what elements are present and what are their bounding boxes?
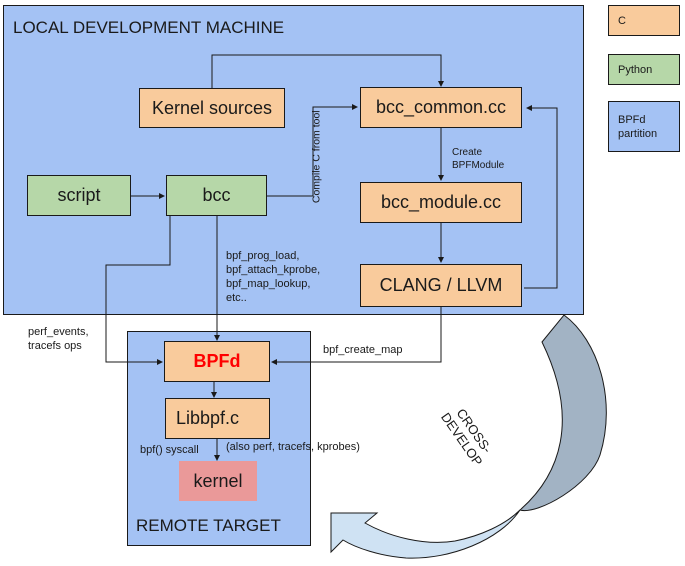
node-kernel-label: kernel	[193, 470, 243, 491]
edge-bcc-perf-to-bpfd	[105, 216, 171, 365]
edge-label-bpf-calls-2: bpf_attach_kprobe,	[226, 264, 321, 276]
node-script-label: script	[57, 185, 101, 205]
edge-label-perf-1: perf_events,	[28, 326, 89, 338]
edge-label-bpf-calls-1: bpf_prog_load,	[226, 250, 300, 262]
connectors	[105, 54, 607, 559]
edge-label-syscall: bpf() syscall	[140, 444, 199, 456]
edge-clang-to-bcc-common	[524, 105, 558, 289]
legend-bpfd-line2: partition	[618, 127, 658, 140]
node-bcc-common[interactable]: bcc_common.cc	[360, 87, 522, 128]
edge-label-also: (also perf, tracefs, kprobes)	[226, 441, 360, 453]
node-kernel[interactable]: kernel	[179, 461, 257, 501]
legend-python: Python	[608, 54, 680, 85]
cross-develop-arrow-top	[518, 314, 607, 512]
node-script[interactable]: script	[27, 175, 131, 216]
node-libbpf[interactable]: Libbpf.c	[165, 398, 270, 439]
node-bcc-common-label: bcc_common.cc	[375, 97, 507, 117]
legend-c-label: C	[618, 14, 626, 27]
node-bcc-label: bcc	[202, 185, 231, 205]
legend-c: C	[608, 5, 680, 36]
node-bcc[interactable]: bcc	[166, 175, 267, 216]
legend-bpfd-line1: BPFd	[618, 113, 646, 126]
node-clang-llvm-label: CLANG / LLVM	[379, 275, 503, 295]
node-kernel-sources[interactable]: Kernel sources	[139, 88, 285, 128]
node-bpfd[interactable]: BPFd	[164, 341, 270, 382]
edge-label-bpf-calls-3: bpf_map_lookup,	[226, 278, 311, 290]
edge-label-bpf-calls-4: etc..	[226, 292, 247, 304]
node-clang-llvm[interactable]: CLANG / LLVM	[360, 264, 522, 307]
legend-python-label: Python	[618, 63, 653, 76]
node-kernel-sources-label: Kernel sources	[151, 97, 273, 118]
cross-develop-arrow-bottom	[330, 509, 521, 559]
edge-label-create-module-1: Create	[452, 147, 483, 158]
edge-label-perf-2: tracefs ops	[28, 340, 82, 352]
edge-label-create-module-2: BPFModule	[452, 160, 505, 171]
edge-kernel-sources-to-bcc-common	[211, 54, 444, 88]
legend-bpfd-partition: BPFd partition	[608, 101, 680, 152]
edge-label-compile-c: Compile C from tool	[310, 110, 323, 204]
node-libbpf-label: Libbpf.c	[176, 408, 240, 428]
node-bpfd-label: BPFd	[193, 351, 241, 371]
node-bcc-module[interactable]: bcc_module.cc	[360, 182, 522, 223]
edge-label-create-map: bpf_create_map	[323, 344, 403, 356]
node-bcc-module-label: bcc_module.cc	[380, 192, 502, 212]
